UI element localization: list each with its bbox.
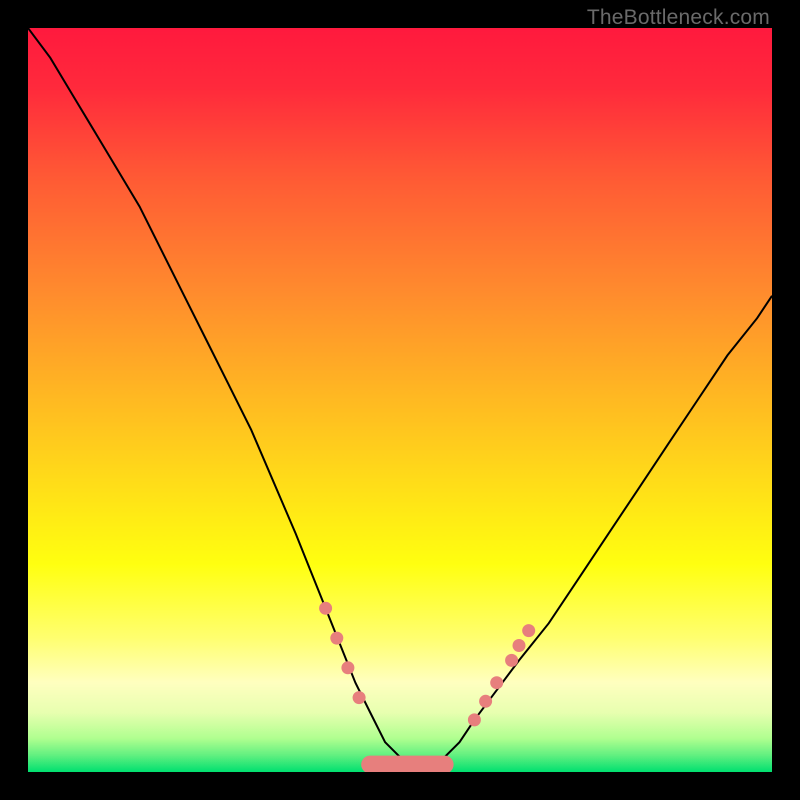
marker-dot bbox=[505, 654, 518, 667]
marker-lozenge bbox=[361, 756, 453, 772]
marker-dot bbox=[479, 695, 492, 708]
marker-dot bbox=[468, 713, 481, 726]
watermark-text: TheBottleneck.com bbox=[587, 6, 770, 30]
plot-area bbox=[28, 28, 772, 772]
curve-layer bbox=[28, 28, 772, 772]
marker-dot bbox=[353, 691, 366, 704]
marker-dot bbox=[330, 632, 343, 645]
curve-markers bbox=[319, 602, 535, 772]
marker-dot bbox=[341, 661, 354, 674]
chart-frame: TheBottleneck.com bbox=[0, 0, 800, 800]
marker-dot bbox=[490, 676, 503, 689]
marker-dot bbox=[522, 624, 535, 637]
marker-dot bbox=[513, 639, 526, 652]
marker-dot bbox=[319, 602, 332, 615]
bottleneck-curve bbox=[28, 28, 772, 765]
